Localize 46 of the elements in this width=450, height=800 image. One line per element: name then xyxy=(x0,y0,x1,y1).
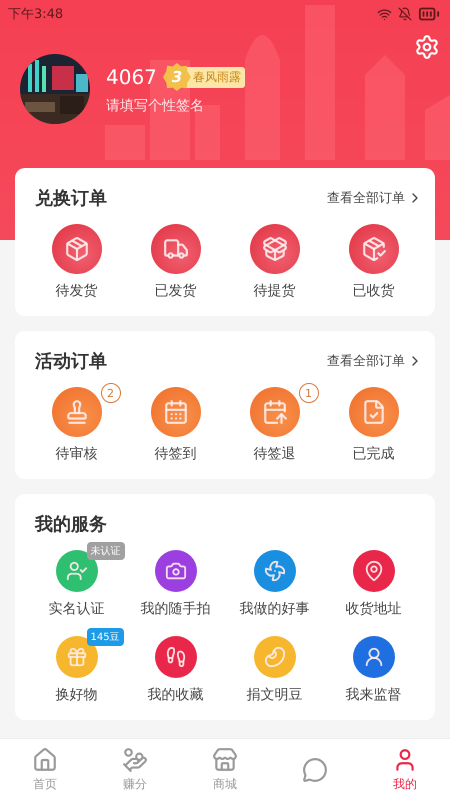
item-label[interactable]: 收货地址 xyxy=(346,600,402,618)
stamp-icon[interactable] xyxy=(52,387,102,437)
item-label[interactable]: 捐文明豆 xyxy=(246,686,302,704)
item-label[interactable]: 我做的好事 xyxy=(240,600,310,618)
person-icon[interactable] xyxy=(352,636,394,678)
box-check-icon[interactable] xyxy=(348,224,398,274)
settings-icon[interactable] xyxy=(414,34,440,60)
store-icon xyxy=(212,746,238,772)
nav-tab[interactable]: 我的 xyxy=(360,739,450,800)
item-label[interactable]: 待提货 xyxy=(254,282,296,300)
item-label[interactable]: 我的收藏 xyxy=(148,686,204,704)
user-id: 4067 xyxy=(106,65,157,89)
item-label[interactable]: 待签到 xyxy=(154,445,196,463)
item-label[interactable]: 我来监督 xyxy=(346,686,402,704)
count-badge: 1 xyxy=(298,383,318,403)
item-label[interactable]: 已发货 xyxy=(154,282,196,300)
pinwheel-icon[interactable] xyxy=(254,550,296,592)
item-label[interactable]: 我的随手拍 xyxy=(140,600,210,618)
item-label[interactable]: 实名认证 xyxy=(48,600,104,618)
item-label[interactable]: 待签退 xyxy=(254,445,296,463)
item-label[interactable]: 已完成 xyxy=(352,445,394,463)
status-tag: 145豆 xyxy=(86,628,124,646)
chat-icon xyxy=(302,756,328,782)
wifi-icon xyxy=(377,6,392,22)
item-label[interactable]: 待审核 xyxy=(56,445,98,463)
item-label[interactable]: 换好物 xyxy=(56,686,98,704)
location-pin-icon[interactable] xyxy=(352,550,394,592)
truck-icon[interactable] xyxy=(150,224,200,274)
home-icon xyxy=(32,746,58,772)
bell-off-icon xyxy=(398,7,412,21)
section-title: 兑换订单 xyxy=(35,187,107,210)
section-title: 我的服务 xyxy=(35,513,107,536)
box-icon[interactable] xyxy=(250,224,300,274)
item-label[interactable]: 已收货 xyxy=(352,282,394,300)
section-title: 活动订单 xyxy=(35,350,107,373)
calendar-icon[interactable] xyxy=(150,387,200,437)
footprint-icon[interactable] xyxy=(154,636,196,678)
status-tag: 未认证 xyxy=(86,542,124,560)
box-icon[interactable] xyxy=(52,224,102,274)
camera-icon[interactable] xyxy=(154,550,196,592)
view-all-link[interactable]: 查看全部订单 xyxy=(327,189,423,207)
view-all-link[interactable]: 查看全部订单 xyxy=(327,352,423,370)
item-label[interactable]: 待发货 xyxy=(56,282,98,300)
count-badge: 2 xyxy=(100,383,120,403)
document-check-icon[interactable] xyxy=(348,387,398,437)
status-time: 下午3:48 xyxy=(8,6,64,23)
